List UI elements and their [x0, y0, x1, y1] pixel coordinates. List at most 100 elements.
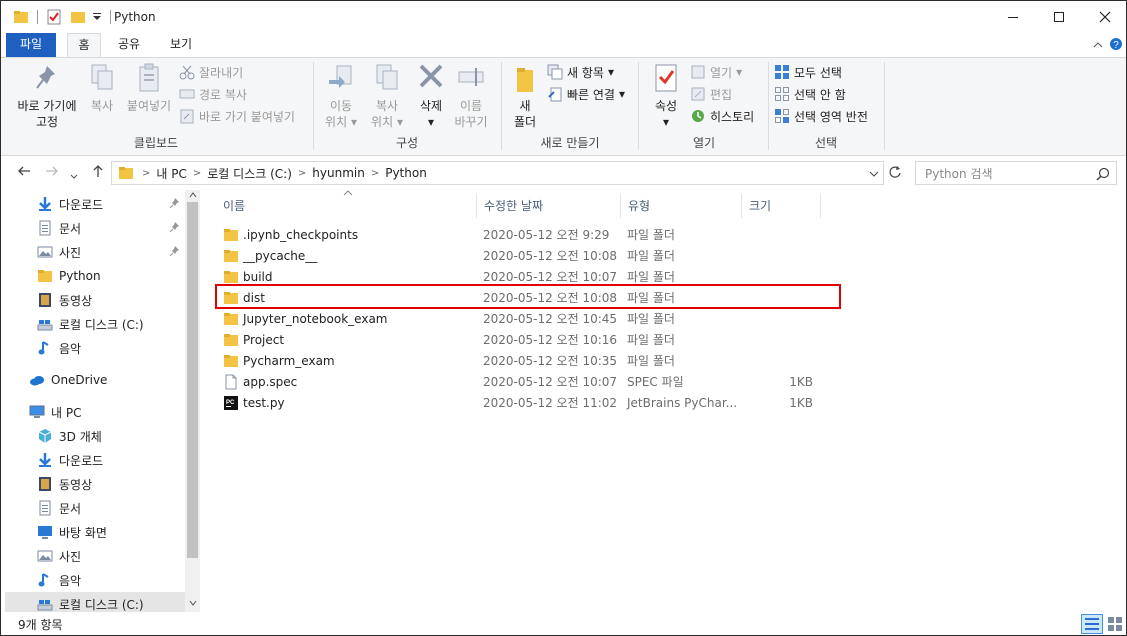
new-folder-label-1: 새 — [519, 99, 531, 113]
toolbar-divider — [37, 10, 38, 24]
delete-button[interactable]: 삭제 ▾ — [411, 62, 451, 130]
maximize-button[interactable] — [1036, 1, 1082, 33]
properties-icon[interactable] — [46, 9, 62, 25]
copy-path-button[interactable]: 경로 복사 — [179, 84, 247, 104]
invert-selection-button[interactable]: 선택 영역 반전 — [774, 106, 868, 126]
move-to-button[interactable]: 이동 위치 ▾ — [319, 62, 363, 130]
scroll-up-icon[interactable] — [189, 192, 197, 198]
file-row[interactable]: app.spec 2020-05-12 오전 10:07 SPEC 파일 1KB — [215, 371, 825, 392]
nav-item-label: 로컬 디스크 (C:) — [59, 317, 144, 332]
copy-button[interactable]: 복사 — [85, 62, 119, 114]
nav-item[interactable]: 내 PC — [29, 400, 81, 424]
up-arrow-icon — [93, 165, 103, 177]
details-view-icon — [1085, 618, 1099, 630]
new-folder-icon[interactable] — [70, 10, 86, 24]
search-icon — [1096, 167, 1110, 181]
address-bar[interactable]: > 내 PC > 로컬 디스크 (C:) > hyunmin > Python — [111, 161, 884, 185]
details-view-button[interactable] — [1081, 614, 1103, 634]
column-header-name[interactable]: 이름 — [216, 194, 477, 218]
properties-button[interactable]: 속성 ▾ — [644, 62, 688, 130]
paste-button[interactable]: 붙여넣기 — [121, 62, 177, 114]
new-item-button[interactable]: 새 항목 ▾ — [547, 62, 614, 82]
open-icon — [691, 65, 705, 79]
select-all-button[interactable]: 모두 선택 — [774, 62, 842, 82]
close-button[interactable] — [1082, 1, 1127, 33]
nav-scrollbar-thumb[interactable] — [187, 202, 198, 558]
folder-icon — [38, 270, 52, 282]
breadcrumb-local-disk[interactable]: 로컬 디스크 (C:) — [207, 165, 292, 182]
ribbon: 바로 가기에 고정 복사 붙여넣기 잘라내기 경로 복사 바로 가기 붙여넣기 … — [1, 57, 1126, 156]
new-folder-button[interactable]: 새 폴더 — [507, 62, 543, 130]
open-button[interactable]: 열기 ▾ — [690, 62, 742, 82]
up-button[interactable] — [91, 164, 105, 182]
nav-item-label: 바탕 화면 — [59, 525, 107, 540]
invert-selection-icon — [775, 109, 789, 123]
collapse-ribbon-icon[interactable] — [1093, 41, 1103, 49]
customize-dropdown-icon[interactable] — [92, 12, 102, 22]
nav-item[interactable]: 사진 — [37, 240, 81, 264]
copy-to-button[interactable]: 복사 위치 ▾ — [365, 62, 409, 130]
paste-shortcut-button[interactable]: 바로 가기 붙여넣기 — [179, 106, 295, 126]
refresh-button[interactable] — [888, 165, 902, 183]
move-to-label-1: 이동 — [329, 99, 353, 113]
nav-item[interactable]: 다운로드 — [37, 448, 103, 472]
nav-item[interactable]: 로컬 디스크 (C:) — [5, 592, 185, 612]
file-row[interactable]: PC test.py 2020-05-12 오전 11:02 JetBrains Py… — [215, 392, 825, 413]
svg-text:PC: PC — [226, 400, 235, 406]
column-header-type[interactable]: 유형 — [621, 194, 742, 218]
nav-item[interactable]: 동영상 — [37, 288, 92, 312]
nav-item[interactable]: Python — [37, 264, 101, 288]
breadcrumb-hyunmin[interactable]: hyunmin — [312, 166, 365, 180]
back-button[interactable] — [17, 164, 31, 182]
address-dropdown-icon[interactable] — [869, 170, 879, 178]
nav-item[interactable]: 3D 개체 — [37, 424, 102, 448]
this-pc-icon — [29, 405, 45, 418]
nav-item[interactable]: 음악 — [37, 568, 81, 592]
rename-button[interactable]: 이름 바꾸기 — [451, 62, 491, 130]
help-icon[interactable]: ? — [1109, 37, 1123, 51]
nav-item[interactable]: OneDrive — [29, 368, 107, 392]
nav-item[interactable]: 동영상 — [37, 472, 92, 496]
tab-home[interactable]: 홈 — [67, 33, 101, 58]
history-button[interactable]: 히스토리 — [690, 106, 754, 126]
tab-file[interactable]: 파일 — [6, 33, 56, 57]
nav-item[interactable]: 로컬 디스크 (C:) — [37, 312, 144, 336]
tab-view[interactable]: 보기 — [161, 33, 201, 57]
edit-button[interactable]: 편집 — [690, 84, 732, 104]
breadcrumb-this-pc[interactable]: 내 PC — [156, 165, 186, 182]
file-row[interactable]: Project 2020-05-12 오전 10:16 파일 폴더 — [215, 329, 825, 350]
minimize-button[interactable] — [990, 1, 1036, 33]
easy-access-button[interactable]: 빠른 연결 ▾ — [547, 84, 625, 104]
nav-item[interactable]: 음악 — [37, 336, 81, 360]
column-header-size[interactable]: 크기 — [742, 194, 821, 218]
group-divider — [638, 62, 639, 150]
nav-item[interactable]: 문서 — [37, 496, 81, 520]
folder-icon — [224, 355, 238, 367]
rename-label-1: 이름 — [459, 99, 483, 113]
select-none-button[interactable]: 선택 안 함 — [774, 84, 846, 104]
nav-item[interactable]: 사진 — [37, 544, 81, 568]
file-row[interactable]: .ipynb_checkpoints 2020-05-12 오전 9:29 파일 폴… — [215, 224, 825, 245]
forward-button[interactable] — [45, 164, 59, 182]
recent-locations-button[interactable] — [70, 168, 78, 184]
select-all-icon — [775, 65, 789, 79]
search-input[interactable]: Python 검색 — [915, 161, 1117, 185]
nav-item[interactable]: 다운로드 — [37, 192, 103, 216]
nav-item-label: 음악 — [59, 341, 82, 356]
pin-quick-access-button[interactable]: 바로 가기에 고정 — [9, 62, 85, 130]
file-row[interactable]: __pycache__ 2020-05-12 오전 10:08 파일 폴더 — [215, 245, 825, 266]
download-icon — [39, 453, 51, 467]
scroll-down-icon[interactable] — [189, 600, 197, 606]
file-row[interactable]: Pycharm_exam 2020-05-12 오전 10:35 파일 폴더 — [215, 350, 825, 371]
nav-item[interactable]: 바탕 화면 — [37, 520, 107, 544]
tab-share[interactable]: 공유 — [109, 33, 149, 57]
large-icons-view-button[interactable] — [1105, 614, 1125, 634]
breadcrumb-python[interactable]: Python — [385, 166, 427, 180]
column-header-date[interactable]: 수정한 날짜 — [477, 194, 621, 218]
group-divider — [313, 62, 314, 150]
file-row[interactable]: Jupyter_notebook_exam 2020-05-12 오전 10:45… — [215, 308, 825, 329]
nav-item[interactable]: 문서 — [37, 216, 81, 240]
window-title: Python — [114, 10, 156, 24]
cut-button[interactable]: 잘라내기 — [179, 62, 243, 82]
file-icon — [225, 374, 237, 390]
